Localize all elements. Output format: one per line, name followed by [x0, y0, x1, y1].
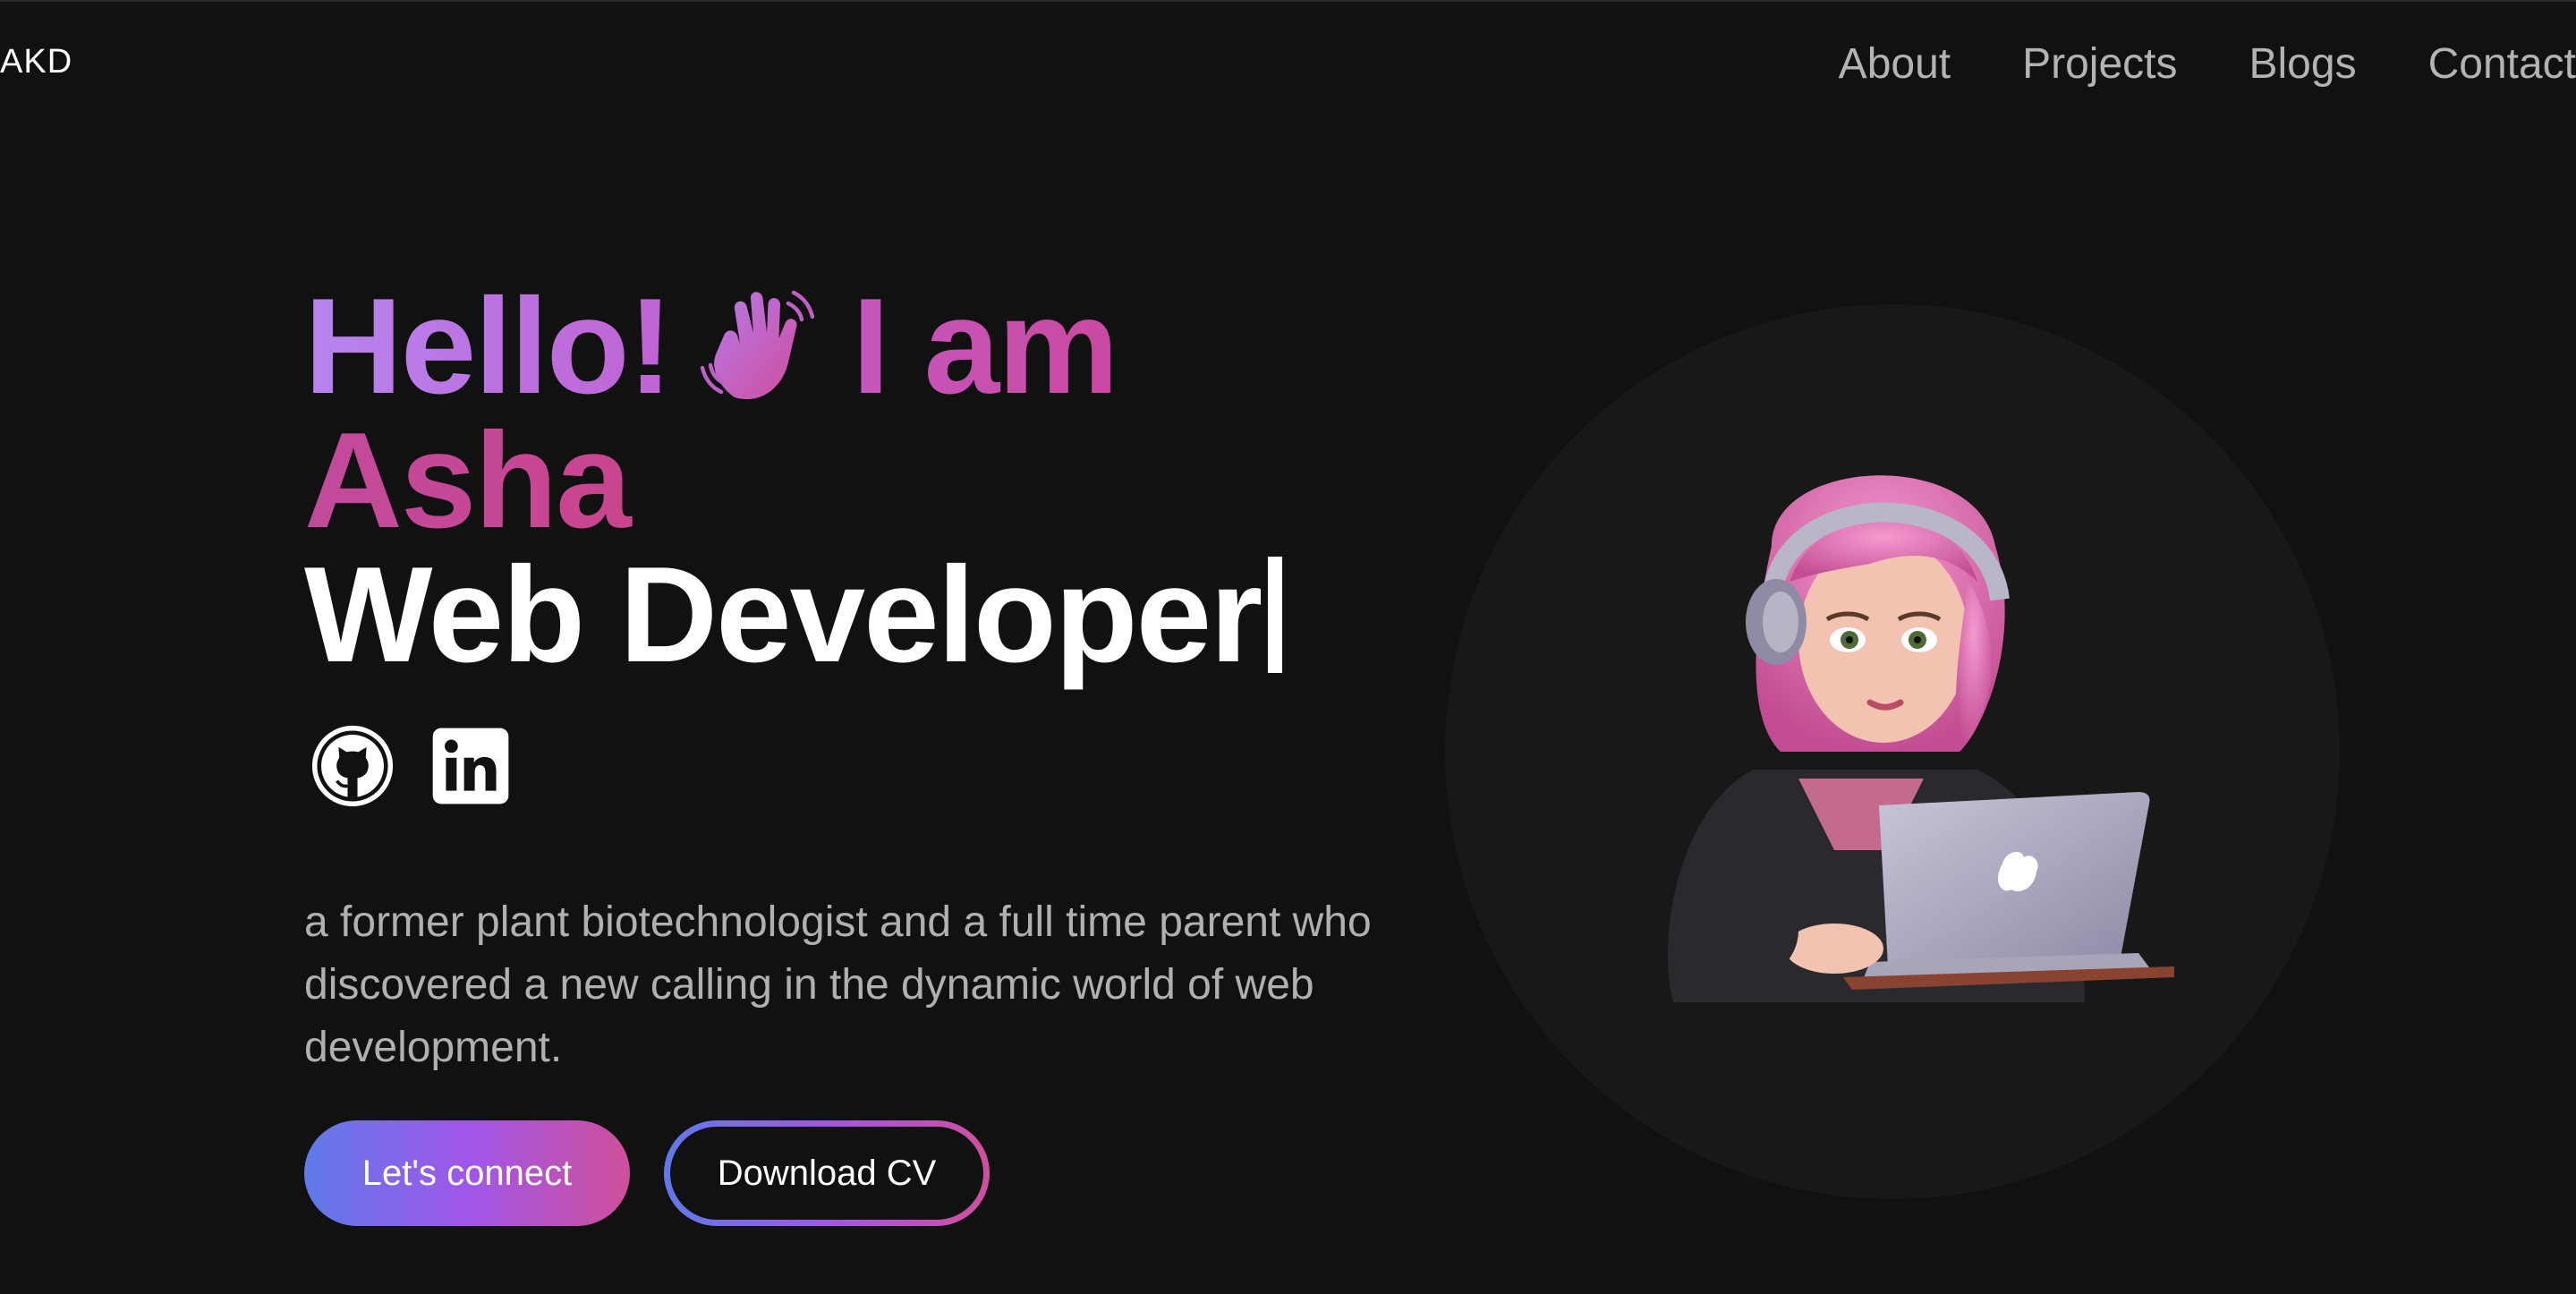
role-text: Web Developer [304, 539, 1262, 691]
greeting-suffix-text: I am [852, 270, 1118, 422]
greeting-text: Hello! [304, 270, 672, 422]
main-nav: About Projects Blogs Contact [1839, 39, 2576, 89]
nav-blogs-link[interactable]: Blogs [2249, 39, 2357, 89]
top-border [0, 0, 2576, 2]
lets-connect-button[interactable]: Let's connect [304, 1120, 630, 1226]
site-logo[interactable]: AKD [0, 43, 72, 81]
nav-projects-link[interactable]: Projects [2022, 39, 2177, 89]
avatar-illustration [1668, 475, 2174, 1002]
greeting-line: Hello! I am [304, 279, 1282, 413]
waving-hand-icon [700, 290, 815, 400]
role-line: Web Developer [304, 539, 1283, 691]
bio-text: a former plant biotechnologist and a ful… [304, 898, 1372, 1071]
nav-contact-link[interactable]: Contact [2428, 39, 2576, 89]
social-links [311, 725, 512, 807]
linkedin-icon[interactable] [429, 725, 512, 807]
download-cv-label: Download CV [670, 1127, 983, 1220]
download-cv-button[interactable]: Download CV [664, 1120, 990, 1226]
github-icon[interactable] [311, 725, 394, 807]
typing-cursor [1268, 557, 1283, 673]
hero-heading: Hello! I am Asha Web Developer [304, 279, 1283, 691]
nav-about-link[interactable]: About [1839, 39, 1951, 89]
name-text: Asha [304, 413, 1282, 549]
